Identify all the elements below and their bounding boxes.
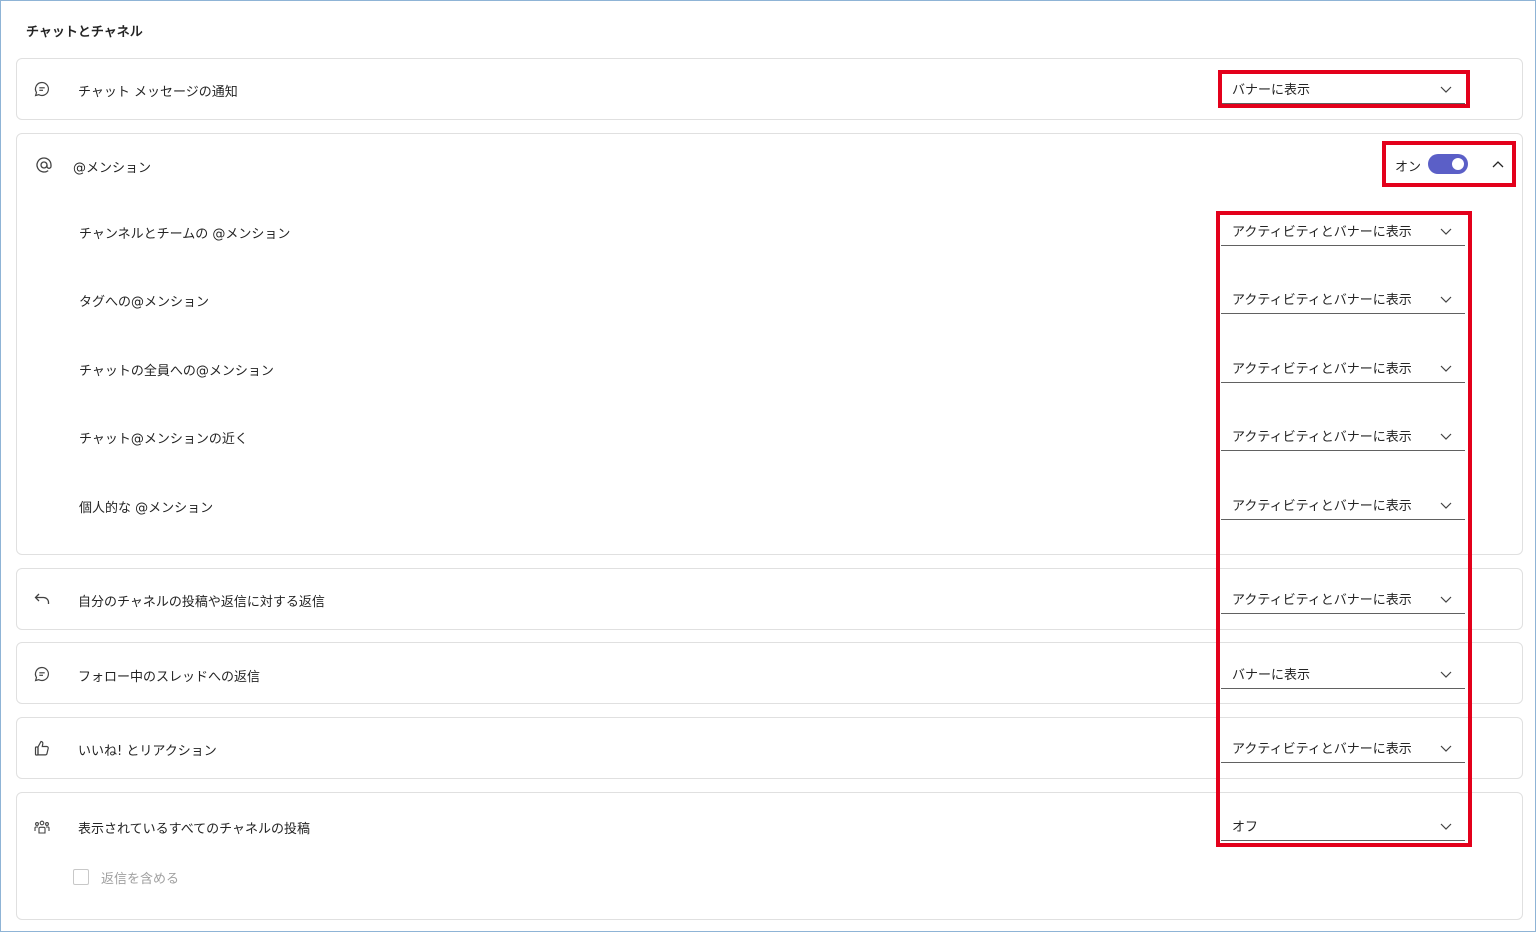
mention-item-label: タグへの@メンション bbox=[79, 295, 210, 310]
mention-item-dropdown[interactable]: アクティビティとバナーに表示 bbox=[1221, 421, 1465, 451]
chevron-down-icon bbox=[1440, 671, 1452, 678]
mention-item-label: チャンネルとチームの @メンション bbox=[79, 227, 291, 242]
mentions-label: @メンション bbox=[73, 161, 152, 176]
chevron-down-icon bbox=[1440, 86, 1452, 93]
replies-own-dropdown-value: アクティビティとバナーに表示 bbox=[1232, 593, 1412, 608]
mentions-toggle[interactable] bbox=[1428, 154, 1468, 174]
thumbs-up-icon bbox=[32, 738, 52, 758]
likes-dropdown[interactable]: アクティビティとバナーに表示 bbox=[1221, 733, 1465, 763]
chevron-down-icon bbox=[1440, 228, 1452, 235]
at-icon bbox=[34, 155, 54, 175]
chevron-down-icon bbox=[1440, 365, 1452, 372]
mention-item-dropdown-value: アクティビティとバナーに表示 bbox=[1232, 430, 1412, 445]
mention-item-dropdown[interactable]: アクティビティとバナーに表示 bbox=[1221, 490, 1465, 520]
chevron-down-icon bbox=[1440, 502, 1452, 509]
mention-item-dropdown[interactable]: アクティビティとバナーに表示 bbox=[1221, 353, 1465, 383]
followed-threads-label: フォロー中のスレッドへの返信 bbox=[78, 670, 261, 685]
include-replies-checkbox[interactable] bbox=[73, 869, 89, 885]
chevron-down-icon bbox=[1440, 745, 1452, 752]
mention-item-dropdown-value: アクティビティとバナーに表示 bbox=[1232, 293, 1412, 308]
chat-icon bbox=[32, 664, 52, 684]
mentions-toggle-group: オン bbox=[1386, 145, 1512, 183]
chevron-down-icon bbox=[1440, 296, 1452, 303]
followed-threads-dropdown[interactable]: バナーに表示 bbox=[1221, 659, 1465, 689]
chevron-down-icon bbox=[1440, 433, 1452, 440]
mention-item-dropdown[interactable]: アクティビティとバナーに表示 bbox=[1221, 284, 1465, 314]
likes-dropdown-value: アクティビティとバナーに表示 bbox=[1232, 742, 1412, 757]
reply-icon bbox=[32, 589, 52, 609]
mention-item-dropdown-value: アクティビティとバナーに表示 bbox=[1232, 499, 1412, 514]
chevron-down-icon bbox=[1440, 596, 1452, 603]
chevron-down-icon bbox=[1440, 823, 1452, 830]
mention-item-label: チャットの全員への@メンション bbox=[79, 364, 274, 379]
toggle-knob bbox=[1452, 158, 1464, 170]
replies-own-label: 自分のチャネルの投稿や返信に対する返信 bbox=[78, 595, 325, 610]
mention-item-label: 個人的な @メンション bbox=[79, 501, 214, 516]
all-channel-posts-label: 表示されているすべてのチャネルの投稿 bbox=[78, 822, 311, 837]
section-title: チャットとチャネル bbox=[26, 25, 143, 40]
mentions-toggle-label: オン bbox=[1395, 160, 1422, 175]
chevron-up-icon[interactable] bbox=[1490, 157, 1506, 173]
all-channel-posts-dropdown[interactable]: オフ bbox=[1221, 811, 1465, 841]
mention-item-dropdown[interactable]: アクティビティとバナーに表示 bbox=[1221, 216, 1465, 246]
all-channel-posts-dropdown-value: オフ bbox=[1232, 820, 1259, 835]
people-team-icon bbox=[32, 817, 52, 837]
chat-message-dropdown[interactable]: バナーに表示 bbox=[1221, 74, 1465, 104]
followed-threads-dropdown-value: バナーに表示 bbox=[1232, 668, 1311, 683]
chat-message-label: チャット メッセージの通知 bbox=[78, 85, 238, 100]
chat-message-dropdown-value: バナーに表示 bbox=[1232, 83, 1311, 98]
replies-own-dropdown[interactable]: アクティビティとバナーに表示 bbox=[1221, 584, 1465, 614]
mention-item-dropdown-value: アクティビティとバナーに表示 bbox=[1232, 225, 1412, 240]
include-replies-label: 返信を含める bbox=[101, 872, 180, 887]
mention-item-label: チャット@メンションの近く bbox=[79, 432, 248, 447]
likes-label: いいね! とリアクション bbox=[78, 744, 217, 759]
chat-icon bbox=[32, 79, 52, 99]
mention-item-dropdown-value: アクティビティとバナーに表示 bbox=[1232, 362, 1412, 377]
